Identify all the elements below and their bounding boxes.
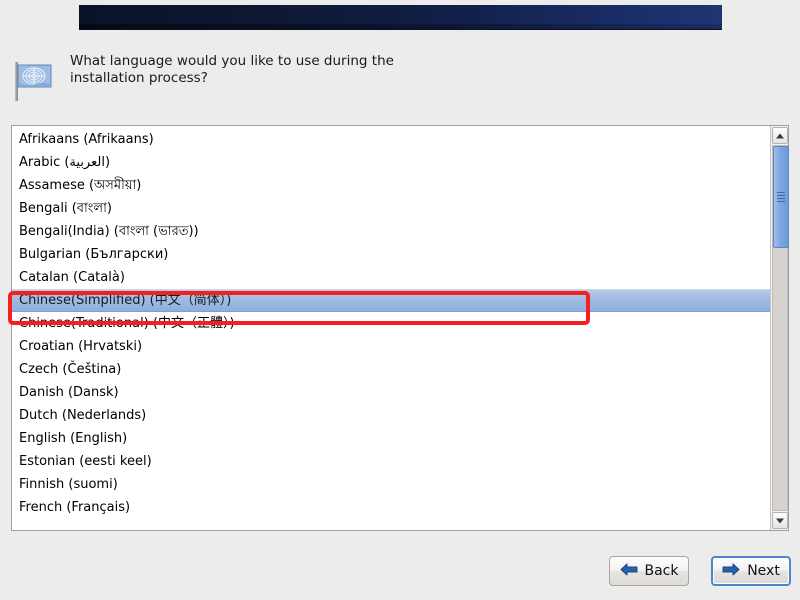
- language-list-item[interactable]: Catalan (Català): [12, 266, 770, 289]
- scrollbar-track[interactable]: [772, 145, 789, 511]
- arrow-left-icon: [620, 562, 638, 581]
- language-list-item[interactable]: Afrikaans (Afrikaans): [12, 128, 770, 151]
- banner-shadow: [79, 24, 722, 29]
- next-button[interactable]: Next: [711, 556, 791, 586]
- back-button[interactable]: Back: [609, 556, 689, 586]
- back-button-label: Back: [644, 563, 679, 579]
- language-list-item[interactable]: Dutch (Nederlands): [12, 404, 770, 427]
- language-list-item[interactable]: Estonian (eesti keel): [12, 450, 770, 473]
- language-list-viewport[interactable]: Afrikaans (Afrikaans) Arabic (العربية) Ass…: [12, 126, 770, 530]
- arrow-right-icon: [722, 562, 740, 581]
- vertical-scrollbar[interactable]: [770, 126, 789, 530]
- chevron-down-icon: [776, 518, 784, 523]
- scroll-up-button[interactable]: [772, 127, 788, 144]
- prompt-text: What language would you like to use duri…: [70, 53, 394, 86]
- scroll-down-button[interactable]: [772, 512, 788, 529]
- language-list-item[interactable]: Bulgarian (Български): [12, 243, 770, 266]
- language-list-item-selected[interactable]: Chinese(Simplified) (中文（简体）): [12, 289, 770, 312]
- language-list-item[interactable]: Chinese(Traditional) (中文（正體）): [12, 312, 770, 335]
- language-list-item[interactable]: Bengali(India) (বাংলা (ভারত)): [12, 220, 770, 243]
- installer-window: What language would you like to use duri…: [0, 0, 800, 600]
- language-list-item[interactable]: Assamese (অসমীয়া): [12, 174, 770, 197]
- language-list-item[interactable]: French (Français): [12, 496, 770, 519]
- next-button-label: Next: [747, 563, 780, 579]
- language-list-item[interactable]: Danish (Dansk): [12, 381, 770, 404]
- chevron-up-icon: [776, 133, 784, 138]
- language-list[interactable]: Afrikaans (Afrikaans) Arabic (العربية) Ass…: [12, 128, 770, 519]
- language-listbox[interactable]: Afrikaans (Afrikaans) Arabic (العربية) Ass…: [11, 125, 789, 531]
- prompt-area: What language would you like to use duri…: [12, 53, 712, 105]
- language-list-item[interactable]: Czech (Čeština): [12, 358, 770, 381]
- scrollbar-thumb[interactable]: [773, 146, 789, 248]
- language-list-item[interactable]: Finnish (suomi): [12, 473, 770, 496]
- header-banner: [79, 5, 722, 30]
- un-flag-icon: [12, 59, 54, 103]
- scrollbar-grip-icon: [777, 190, 785, 204]
- language-list-item[interactable]: Croatian (Hrvatski): [12, 335, 770, 358]
- language-list-item[interactable]: Bengali (বাংলা): [12, 197, 770, 220]
- language-list-item[interactable]: Arabic (العربية): [12, 151, 770, 174]
- language-list-item[interactable]: English (English): [12, 427, 770, 450]
